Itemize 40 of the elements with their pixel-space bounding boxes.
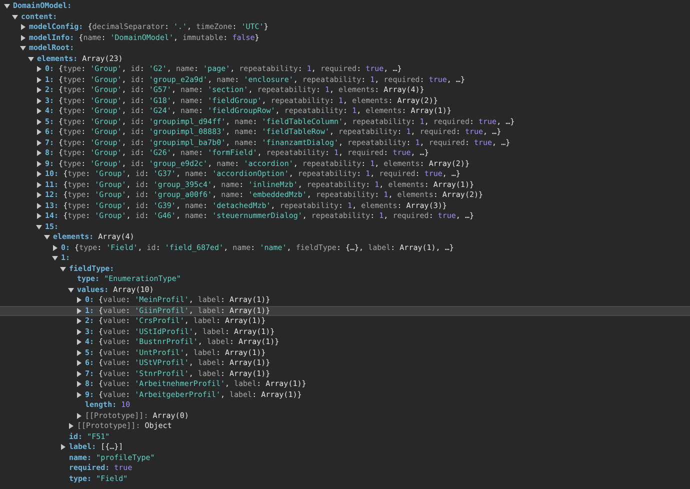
collapse-triangle-icon[interactable]: [12, 14, 18, 20]
expand-triangle-icon[interactable]: [36, 118, 42, 125]
collapse-triangle-icon[interactable]: [20, 45, 26, 52]
collapse-triangle-icon[interactable]: [60, 266, 66, 272]
expand-triangle-icon[interactable]: [36, 202, 42, 209]
expand-triangle-icon[interactable]: [76, 339, 82, 346]
expand-triangle-icon[interactable]: [36, 213, 42, 220]
expand-triangle-icon[interactable]: [76, 308, 82, 314]
collapse-triangle-icon[interactable]: [44, 234, 50, 240]
expand-triangle-icon[interactable]: [60, 444, 66, 450]
expand-triangle-icon[interactable]: [36, 171, 42, 178]
collapse-triangle-icon[interactable]: [4, 3, 10, 10]
expand-triangle-icon[interactable]: [76, 350, 82, 356]
expand-triangle-icon[interactable]: [76, 318, 82, 324]
expand-triangle-icon[interactable]: [20, 34, 26, 41]
expand-triangle-icon[interactable]: [36, 129, 42, 136]
expand-triangle-icon[interactable]: [20, 24, 26, 30]
collapse-triangle-icon[interactable]: [52, 255, 58, 262]
expand-triangle-icon[interactable]: [36, 160, 42, 167]
collapse-triangle-icon[interactable]: [36, 224, 42, 230]
expand-triangle-icon[interactable]: [76, 328, 82, 335]
expand-triangle-icon[interactable]: [76, 370, 82, 377]
expand-triangle-icon[interactable]: [36, 98, 42, 104]
expand-triangle-icon[interactable]: [76, 412, 82, 419]
expand-triangle-icon[interactable]: [76, 297, 82, 304]
expand-triangle-icon[interactable]: [36, 76, 42, 83]
expand-triangle-icon[interactable]: [36, 87, 42, 94]
expand-triangle-icon[interactable]: [76, 360, 82, 366]
expand-triangle-icon[interactable]: [52, 244, 58, 251]
expand-triangle-icon[interactable]: [68, 423, 74, 430]
expand-triangle-icon[interactable]: [76, 392, 82, 398]
collapse-triangle-icon[interactable]: [68, 286, 74, 293]
expand-triangle-icon[interactable]: [36, 150, 42, 156]
expand-triangle-icon[interactable]: [36, 66, 42, 72]
expand-triangle-icon[interactable]: [36, 192, 42, 198]
expand-triangle-icon[interactable]: [36, 140, 42, 146]
expand-triangle-icon[interactable]: [76, 381, 82, 388]
expand-triangle-icon[interactable]: [36, 182, 42, 188]
expand-triangle-icon[interactable]: [36, 108, 42, 114]
collapse-triangle-icon[interactable]: [28, 56, 34, 62]
